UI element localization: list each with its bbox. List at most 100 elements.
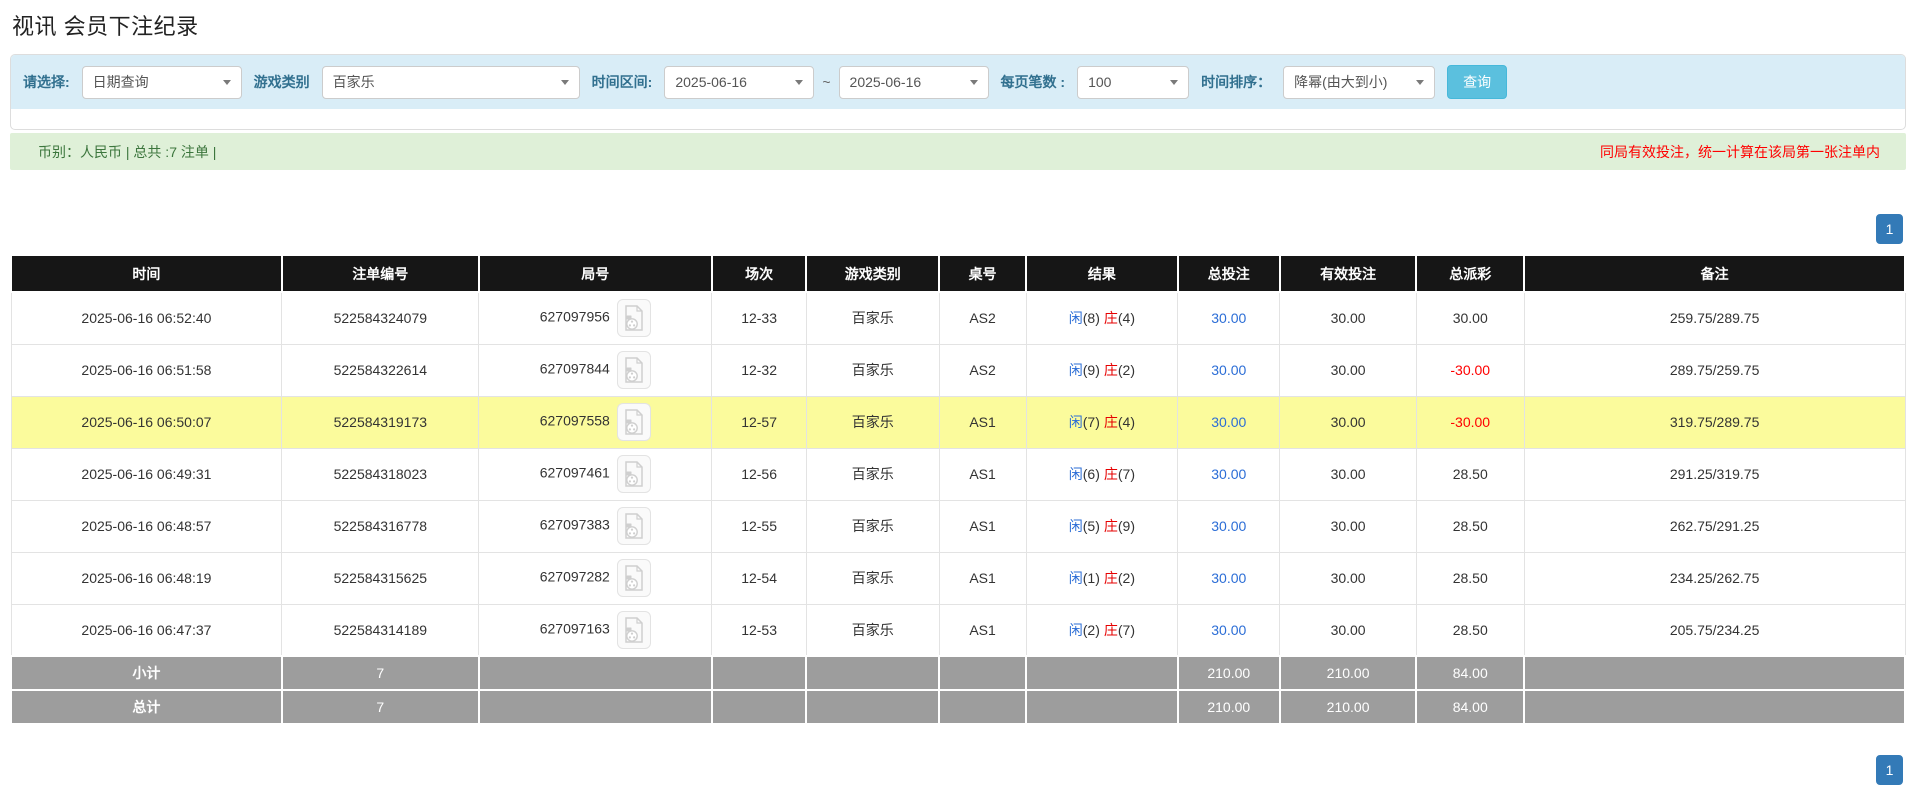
header-result: 结果 [1025,256,1179,293]
date-from-value: 2025-06-16 [675,74,747,90]
film-file-icon [625,565,643,591]
chevron-down-icon[interactable] [213,67,241,98]
bet-id-cell: 522584324079 [281,291,480,345]
time-cell: 2025-06-16 06:51:58 [10,343,283,397]
result-player-score: (9) [1082,362,1100,378]
result-player-label: 闲 [1068,621,1083,638]
table-no-cell: AS2 [938,291,1027,345]
video-replay-button[interactable] [616,299,651,338]
total-label: 总计 [10,689,283,725]
remark-cell: 291.25/319.75 [1523,447,1906,501]
payout-cell: -30.00 [1415,395,1525,449]
total-bet-link[interactable]: 30.00 [1211,414,1246,430]
total-total-bet: 210.00 [1176,689,1281,725]
page-size-select[interactable]: 100 [1077,65,1190,99]
page-button-1[interactable]: 1 [1876,214,1903,244]
time-cell: 2025-06-16 06:48:19 [10,551,283,605]
total-bet-cell: 30.00 [1177,447,1281,501]
video-replay-button[interactable] [616,559,651,597]
video-replay-button[interactable] [616,455,651,493]
total-bet-cell: 30.00 [1177,603,1281,657]
valid-bet-cell: 30.00 [1279,447,1417,501]
result-player-label: 闲 [1068,518,1083,534]
chevron-down-icon[interactable] [960,67,988,98]
filter-bar: 请选择: 日期查询 游戏类别 百家乐 时间区间: 2025-06-16 ~ 20… [11,55,1905,109]
table-row: 2025-06-16 06:51:58 522584322614 6270978… [10,343,1906,397]
chevron-down-icon[interactable] [551,67,579,98]
round-id-cell: 627097461 [478,447,713,501]
query-mode-select[interactable]: 日期查询 [81,65,242,99]
video-replay-button[interactable] [616,403,651,441]
result-player-score: (1) [1082,570,1100,586]
result-player-label: 闲 [1068,362,1083,378]
round-id-cell: 627097844 [478,343,713,397]
session-cell: 12-32 [711,343,807,397]
round-id: 627097163 [539,620,610,637]
result-banker-score: (7) [1117,466,1135,482]
total-bet-link[interactable]: 30.00 [1211,622,1246,638]
round-id-cell: 627097383 [478,499,713,553]
total-bet-link[interactable]: 30.00 [1211,570,1246,586]
date-range-label: 时间区间: [591,74,653,90]
round-id: 627097956 [539,308,610,325]
chevron-down-icon[interactable] [1406,67,1434,98]
game-type-cell: 百家乐 [805,395,940,449]
table-row: 2025-06-16 06:49:31 522584318023 6270974… [10,447,1906,501]
video-replay-button[interactable] [616,610,651,649]
total-empty [477,689,713,725]
game-type-label: 游戏类别 [253,74,310,90]
video-replay-button[interactable] [616,507,651,545]
header-remark: 备注 [1523,256,1906,293]
query-mode-label: 请选择: [23,74,70,90]
result-player-label: 闲 [1068,310,1083,327]
round-id: 627097844 [539,360,610,377]
bet-id-cell: 522584322614 [281,343,480,397]
chevron-down-icon[interactable] [1160,67,1188,98]
result-banker-score: (2) [1117,570,1135,586]
payout-cell: 30.00 [1415,291,1525,345]
bet-id-cell: 522584318023 [281,447,480,501]
result-banker-label: 庄 [1103,466,1118,482]
chevron-down-icon[interactable] [785,67,813,98]
film-file-icon [625,305,643,331]
remark-cell: 262.75/291.25 [1523,499,1906,553]
query-mode-value: 日期查询 [92,74,149,90]
payout-cell: -30.00 [1415,343,1525,397]
result-player-score: (7) [1082,414,1100,430]
bet-records-table: 时间 注单编号 局号 场次 游戏类别 桌号 结果 总投注 有效投注 总派彩 备注… [10,256,1906,725]
result-banker-score: (4) [1117,414,1135,430]
round-id: 627097383 [539,516,610,533]
subtotal-empty [1523,655,1906,691]
filter-panel-body [11,109,1905,129]
time-sort-value: 降幂(由大到小) [1294,74,1388,90]
total-bet-link[interactable]: 30.00 [1211,466,1246,482]
date-to-value: 2025-06-16 [849,74,922,90]
total-bet-link[interactable]: 30.00 [1211,362,1246,378]
table-row: 2025-06-16 06:48:19 522584315625 6270972… [10,551,1906,605]
total-bet-cell: 30.00 [1177,499,1281,553]
result-player-score: (8) [1082,310,1100,327]
date-to-select[interactable]: 2025-06-16 [838,65,989,99]
total-bet-link[interactable]: 30.00 [1211,518,1246,534]
total-bet-cell: 30.00 [1177,291,1281,345]
game-type-cell: 百家乐 [805,603,940,657]
result-cell: 闲(8) 庄(4) [1025,291,1179,345]
video-replay-button[interactable] [616,351,651,389]
date-from-select[interactable]: 2025-06-16 [664,65,815,99]
header-bet-id: 注单编号 [280,256,480,293]
table-no-cell: AS1 [938,603,1027,657]
total-bet-link[interactable]: 30.00 [1211,310,1246,326]
time-sort-select[interactable]: 降幂(由大到小) [1283,65,1436,99]
film-file-icon [625,513,643,539]
remark-cell: 234.25/262.75 [1523,551,1906,605]
page-size-label: 每页笔数 : [1000,74,1066,90]
page-button-1[interactable]: 1 [1876,755,1903,785]
result-player-label: 闲 [1068,570,1083,586]
game-type-select[interactable]: 百家乐 [321,65,580,99]
film-file-icon [625,617,643,643]
bet-id-cell: 522584315625 [281,551,480,605]
search-button[interactable]: 查询 [1447,65,1508,99]
time-cell: 2025-06-16 06:47:37 [10,603,283,657]
result-cell: 闲(5) 庄(9) [1025,499,1179,553]
remark-cell: 205.75/234.25 [1523,603,1906,657]
